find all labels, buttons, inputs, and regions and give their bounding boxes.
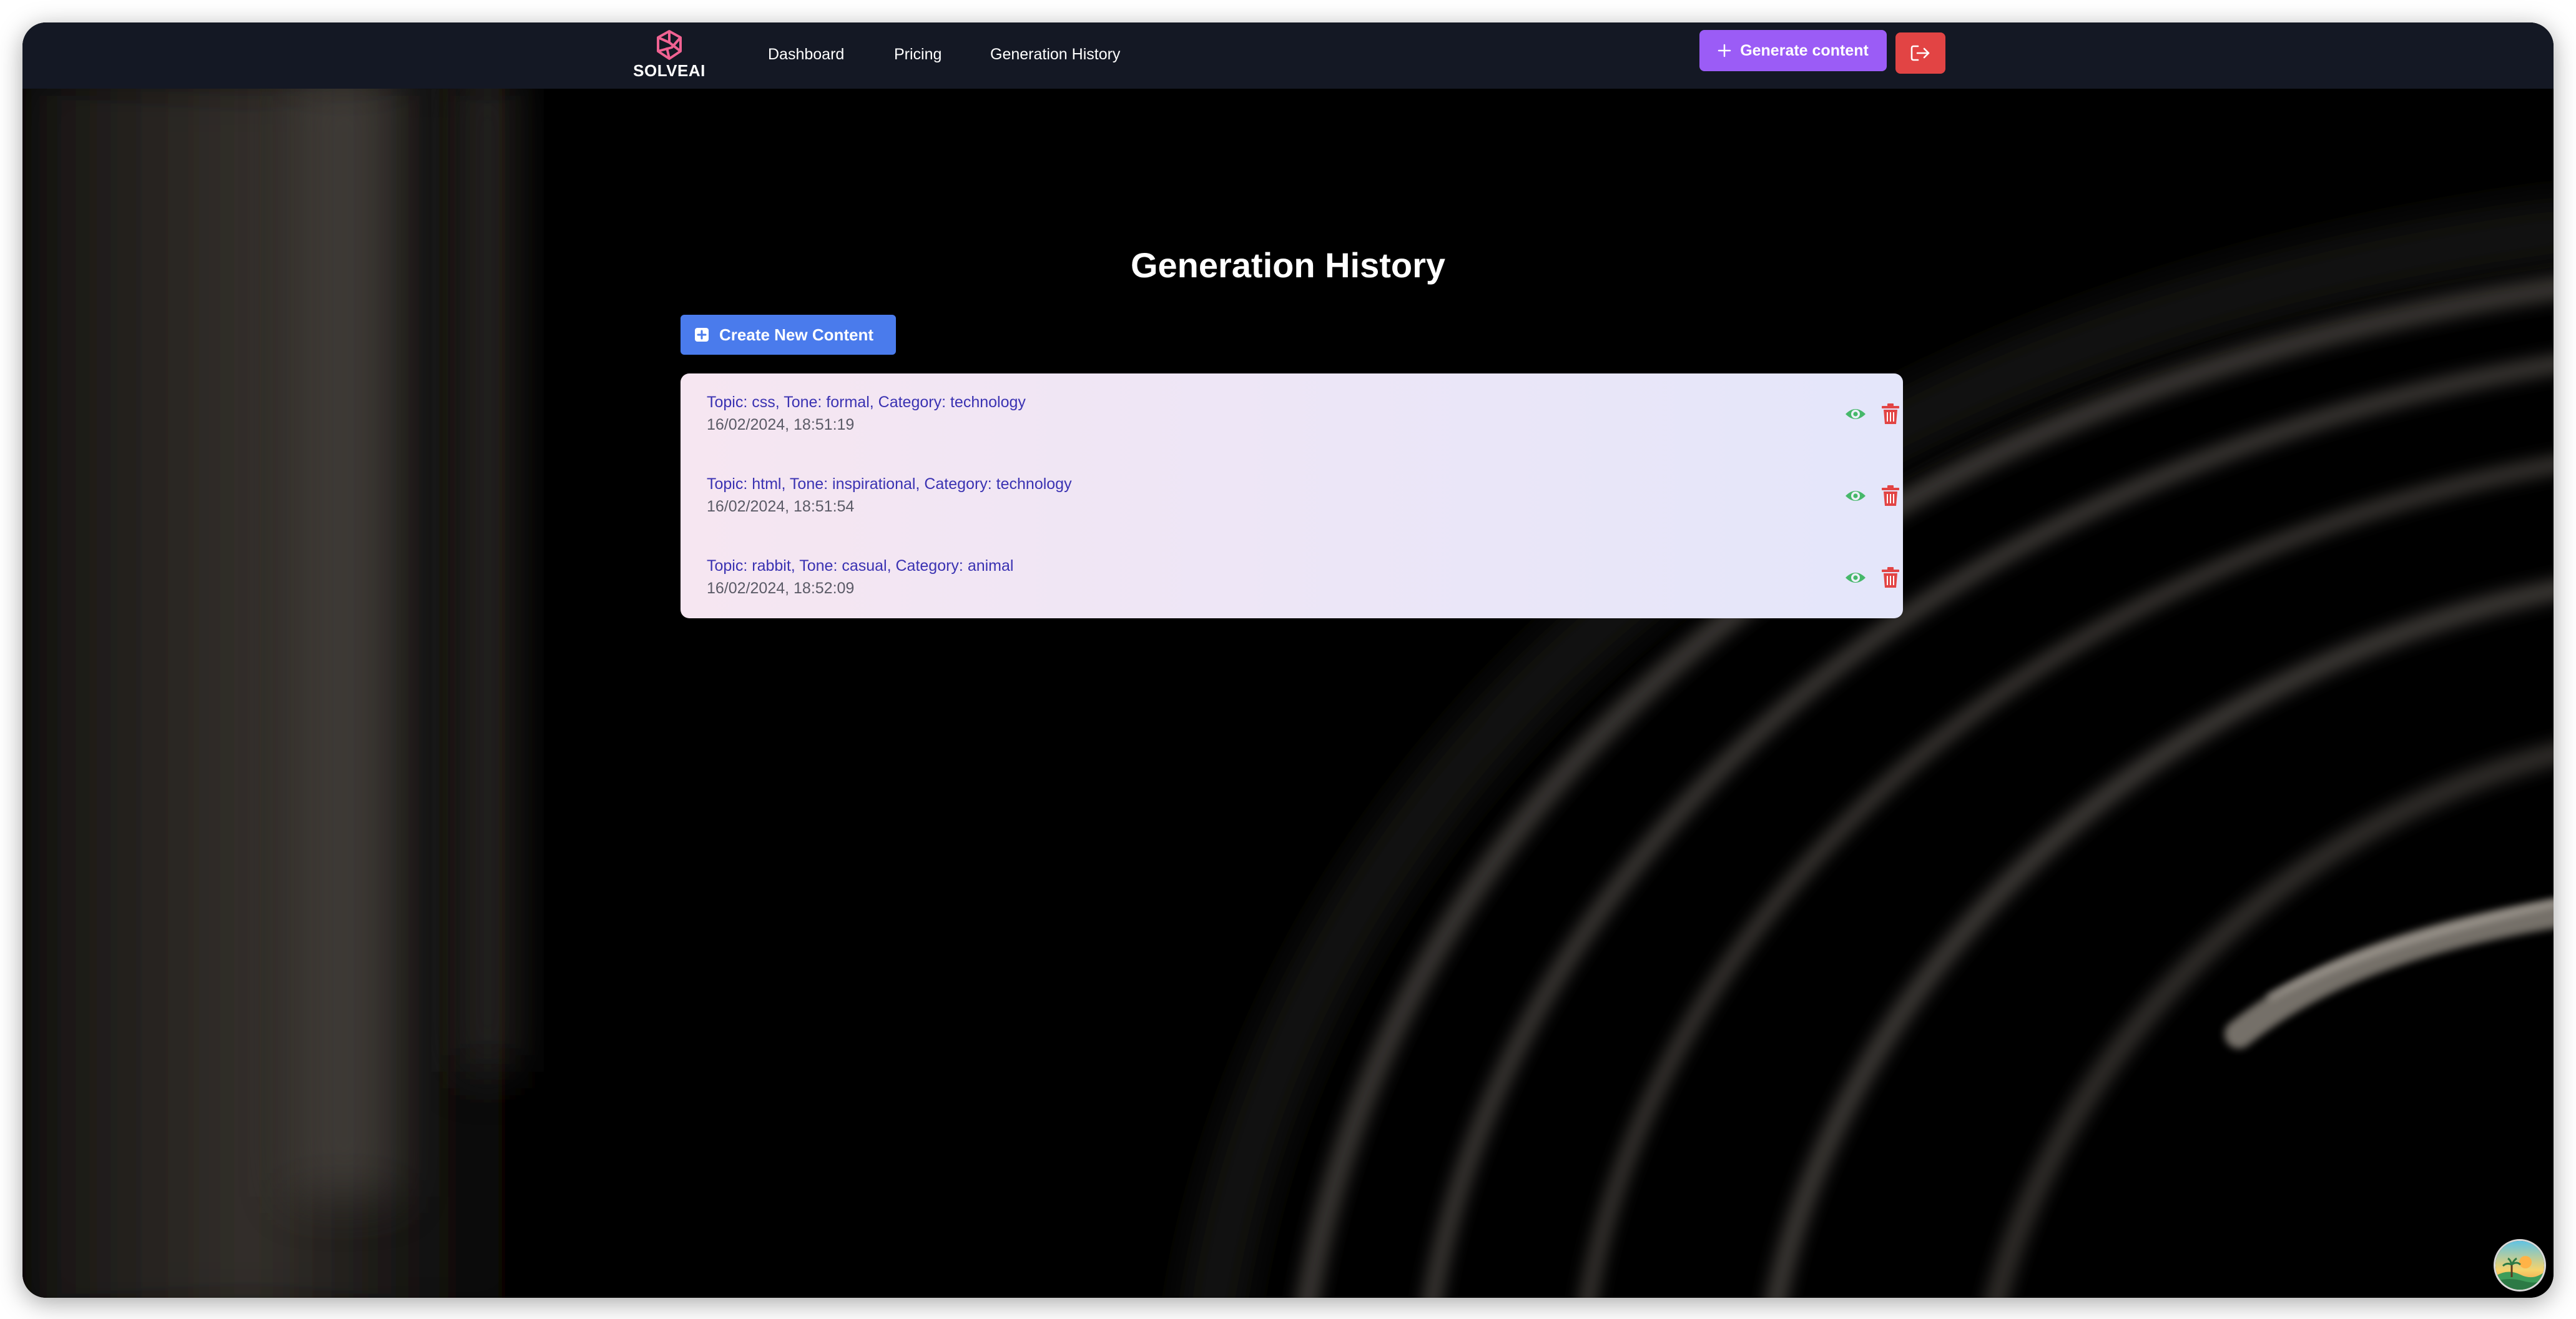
eye-icon[interactable] [1844,568,1867,587]
app-window: SOLVEAI Dashboard Pricing Generation His… [22,22,2554,1298]
history-item-topic[interactable]: Topic: html, Tone: inspirational, Catego… [707,474,1072,494]
history-item: Topic: rabbit, Tone: casual, Category: a… [681,537,1903,618]
generate-content-button[interactable]: Generate content [1699,30,1887,71]
create-new-content-label: Create New Content [719,325,874,344]
trash-icon[interactable] [1880,567,1900,588]
create-new-content-button[interactable]: Create New Content [681,315,896,355]
history-item-date: 16/02/2024, 18:52:09 [707,580,855,597]
page-title: Generation History [1130,245,1446,285]
plus-square-icon [695,328,709,342]
history-item-date: 16/02/2024, 18:51:19 [707,416,855,433]
history-item-topic[interactable]: Topic: css, Tone: formal, Category: tech… [707,392,1026,412]
history-item-date: 16/02/2024, 18:51:54 [707,498,855,515]
logo-icon [657,30,682,60]
eye-icon[interactable] [1844,487,1867,505]
plus-icon [1718,44,1731,57]
brand-logo[interactable]: SOLVEAI [631,29,708,85]
history-item: Topic: css, Tone: formal, Category: tech… [681,373,1903,455]
eye-icon[interactable] [1844,405,1867,423]
nav-pricing-link[interactable]: Pricing [894,44,941,65]
top-navbar: SOLVEAI Dashboard Pricing Generation His… [22,22,2554,89]
history-list: Topic: css, Tone: formal, Category: tech… [681,373,1903,618]
user-avatar[interactable] [2494,1239,2546,1292]
nav-dashboard-link[interactable]: Dashboard [768,44,844,65]
trash-icon[interactable] [1880,403,1900,425]
history-item-topic[interactable]: Topic: rabbit, Tone: casual, Category: a… [707,556,1013,576]
brand-name: SOLVEAI [633,61,705,80]
history-item: Topic: html, Tone: inspirational, Catego… [681,455,1903,536]
background-image [22,22,2554,1298]
generate-content-label: Generate content [1740,41,1869,59]
nav-generation-history-link[interactable]: Generation History [990,44,1120,65]
logout-icon [1910,45,1930,61]
logout-button[interactable] [1895,32,1945,74]
avatar-image [2495,1241,2544,1290]
trash-icon[interactable] [1880,485,1900,506]
